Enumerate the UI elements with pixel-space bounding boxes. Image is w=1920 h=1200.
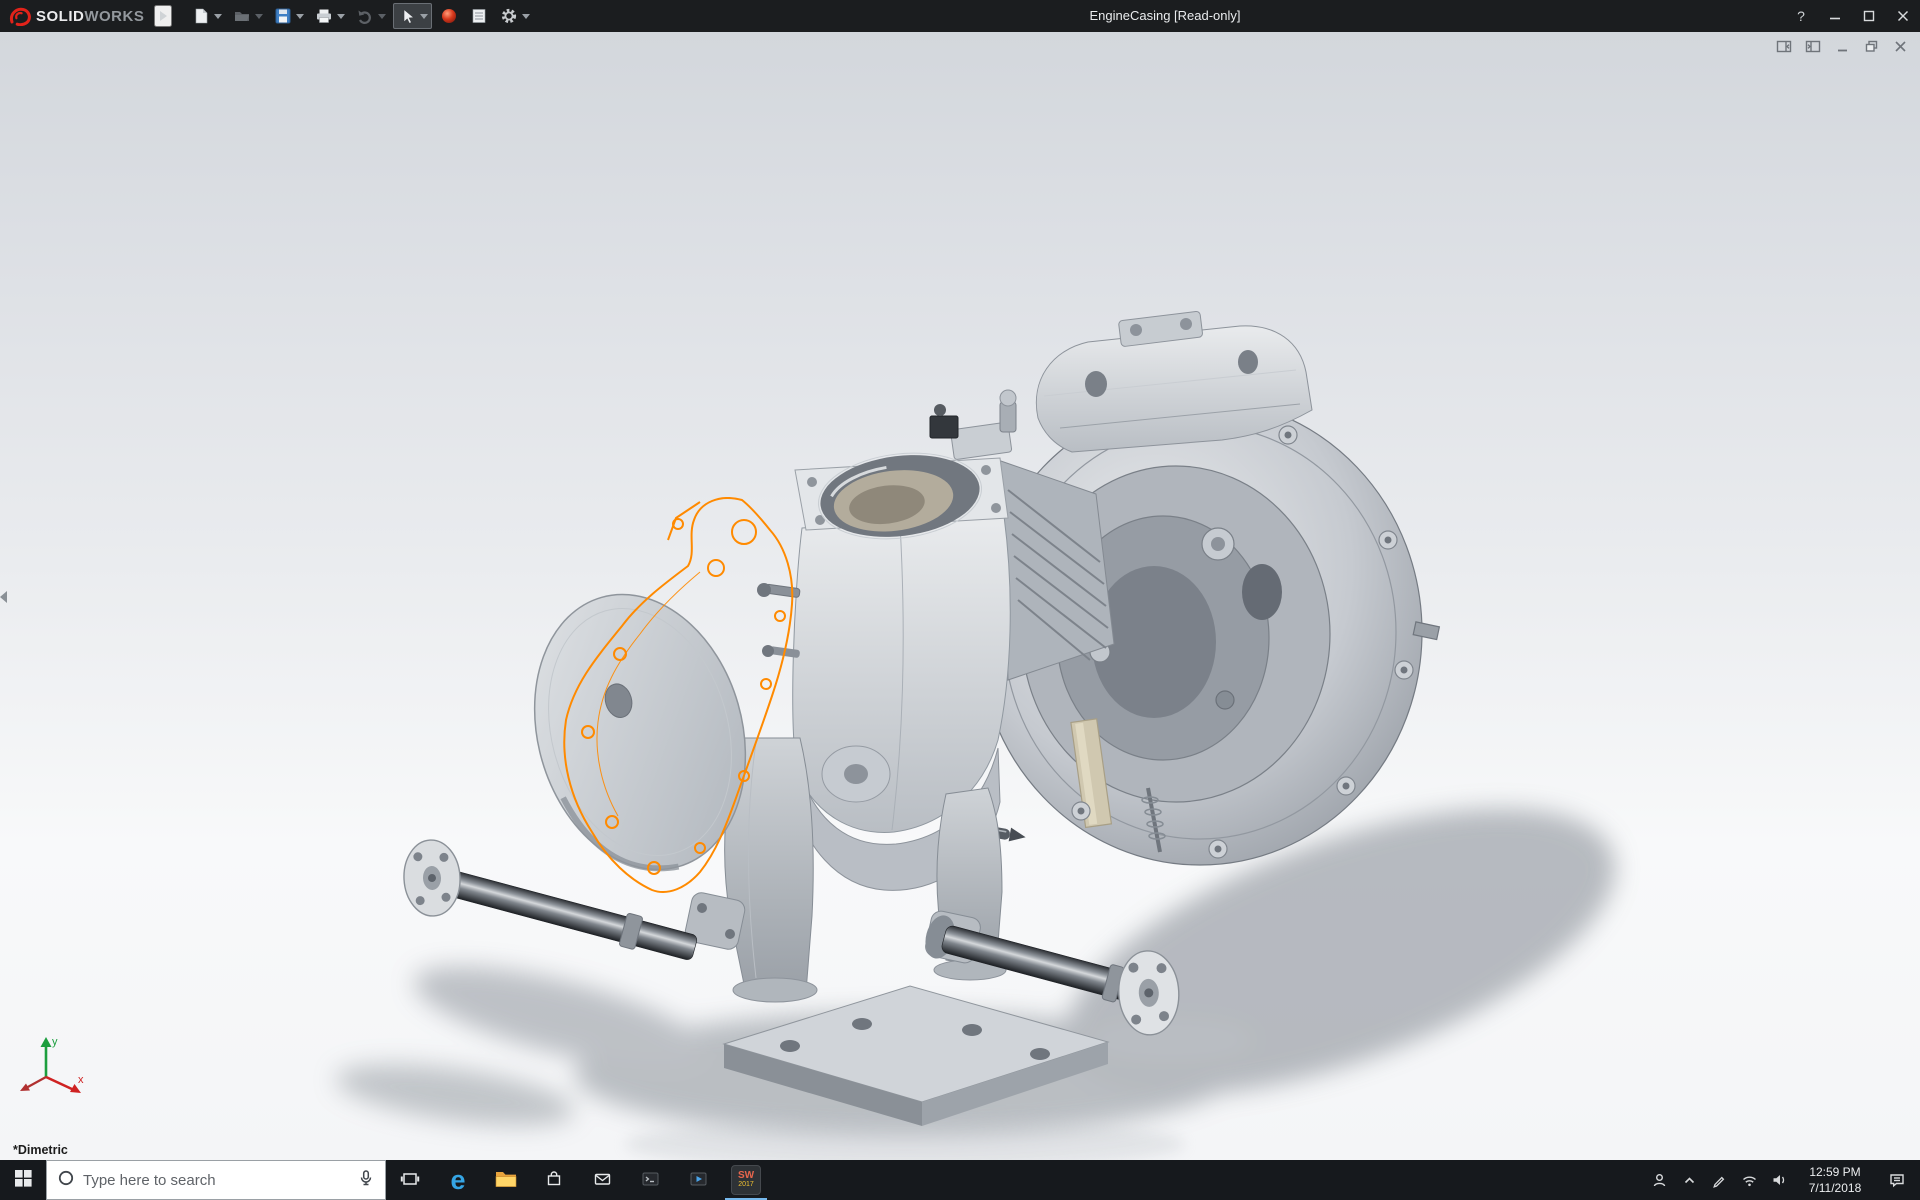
action-center-button[interactable] bbox=[1876, 1160, 1918, 1200]
volume-button[interactable] bbox=[1764, 1160, 1794, 1200]
print-button[interactable] bbox=[311, 3, 348, 29]
open-folder-icon bbox=[232, 6, 252, 26]
feature-pane-collapse-arrow[interactable] bbox=[0, 588, 10, 606]
store-icon bbox=[545, 1170, 563, 1191]
orientation-label: *Dimetric bbox=[13, 1143, 68, 1157]
doc-minimize-button[interactable] bbox=[1832, 37, 1852, 55]
close-button[interactable] bbox=[1886, 0, 1920, 32]
reference-triad: y x bbox=[10, 1029, 94, 1118]
select-cursor-icon bbox=[397, 6, 417, 26]
dassault-systemes-logo-icon bbox=[8, 6, 32, 26]
start-button[interactable] bbox=[0, 1160, 46, 1200]
people-button[interactable] bbox=[1644, 1160, 1674, 1200]
taskbar-clock[interactable]: 12:59 PM 7/11/2018 bbox=[1794, 1164, 1876, 1196]
solidworks-taskbar-button[interactable]: SW 2017 bbox=[722, 1160, 770, 1200]
undo-button[interactable] bbox=[352, 3, 389, 29]
window-controls: ? bbox=[1784, 0, 1920, 32]
help-button[interactable]: ? bbox=[1784, 0, 1818, 32]
pane-left-icon[interactable] bbox=[1774, 37, 1794, 55]
triad-x-label: x bbox=[78, 1074, 84, 1086]
new-document-icon bbox=[191, 6, 211, 26]
document-title: EngineCasing [Read-only] bbox=[1089, 8, 1241, 23]
toolbar-expand-arrow[interactable] bbox=[154, 5, 173, 27]
open-button[interactable] bbox=[229, 3, 266, 29]
solidworks-app-icon: SW 2017 bbox=[731, 1165, 761, 1195]
mail-icon bbox=[593, 1170, 612, 1191]
edge-button[interactable]: e bbox=[434, 1160, 482, 1200]
edge-icon: e bbox=[450, 1164, 466, 1195]
file-explorer-icon bbox=[495, 1169, 517, 1191]
task-view-icon bbox=[400, 1170, 420, 1191]
document-window-controls bbox=[1774, 37, 1910, 55]
new-document-button[interactable] bbox=[188, 3, 225, 29]
clock-time: 12:59 PM bbox=[1809, 1164, 1861, 1179]
movies-tv-button[interactable] bbox=[674, 1160, 722, 1200]
minimize-button[interactable] bbox=[1818, 0, 1852, 32]
appearance-button[interactable] bbox=[436, 3, 462, 29]
brand-works-label: WORKS bbox=[84, 7, 145, 25]
terminal-icon bbox=[641, 1170, 660, 1191]
clock-date: 7/11/2018 bbox=[1808, 1181, 1862, 1195]
file-explorer-button[interactable] bbox=[482, 1160, 530, 1200]
network-button[interactable] bbox=[1734, 1160, 1764, 1200]
graphics-area[interactable]: y x *Dimetric bbox=[0, 32, 1920, 1160]
search-input[interactable] bbox=[83, 1171, 349, 1189]
store-button[interactable] bbox=[530, 1160, 578, 1200]
movies-tv-icon bbox=[689, 1170, 708, 1191]
undo-icon bbox=[355, 6, 375, 26]
taskbar-search[interactable] bbox=[46, 1160, 386, 1200]
microphone-icon[interactable] bbox=[357, 1169, 375, 1192]
tray-expand-button[interactable] bbox=[1674, 1160, 1704, 1200]
solidworks-logo-area: SOLID WORKS bbox=[0, 0, 154, 32]
maximize-button[interactable] bbox=[1852, 0, 1886, 32]
pen-button[interactable] bbox=[1704, 1160, 1734, 1200]
system-tray: 12:59 PM 7/11/2018 bbox=[1644, 1160, 1920, 1200]
appearance-sphere-icon bbox=[439, 6, 459, 26]
windows-taskbar: e SW bbox=[0, 1160, 1920, 1200]
terminal-button[interactable] bbox=[626, 1160, 674, 1200]
select-tool-button[interactable] bbox=[393, 3, 433, 29]
options-button[interactable] bbox=[496, 3, 533, 29]
mail-button[interactable] bbox=[578, 1160, 626, 1200]
sheet-icon bbox=[469, 6, 489, 26]
sheet-properties-button[interactable] bbox=[466, 3, 492, 29]
save-icon bbox=[273, 6, 293, 26]
gear-icon bbox=[499, 6, 519, 26]
title-bar: SOLID WORKS EngineCasing [Read-only] ? bbox=[0, 0, 1920, 32]
solidworks-window: SOLID WORKS EngineCasing [Read-only] ? y… bbox=[0, 0, 1920, 1200]
doc-close-button[interactable] bbox=[1890, 37, 1910, 55]
brand-solid-label: SOLID bbox=[36, 7, 85, 25]
engine-casing-model[interactable] bbox=[0, 32, 1920, 1160]
task-view-button[interactable] bbox=[386, 1160, 434, 1200]
save-button[interactable] bbox=[270, 3, 307, 29]
quick-access-toolbar bbox=[186, 0, 535, 32]
print-icon bbox=[314, 6, 334, 26]
cortana-icon bbox=[57, 1169, 75, 1192]
windows-logo-icon bbox=[14, 1170, 32, 1190]
pane-right-icon[interactable] bbox=[1803, 37, 1823, 55]
doc-restore-button[interactable] bbox=[1861, 37, 1881, 55]
triad-y-label: y bbox=[52, 1036, 58, 1048]
